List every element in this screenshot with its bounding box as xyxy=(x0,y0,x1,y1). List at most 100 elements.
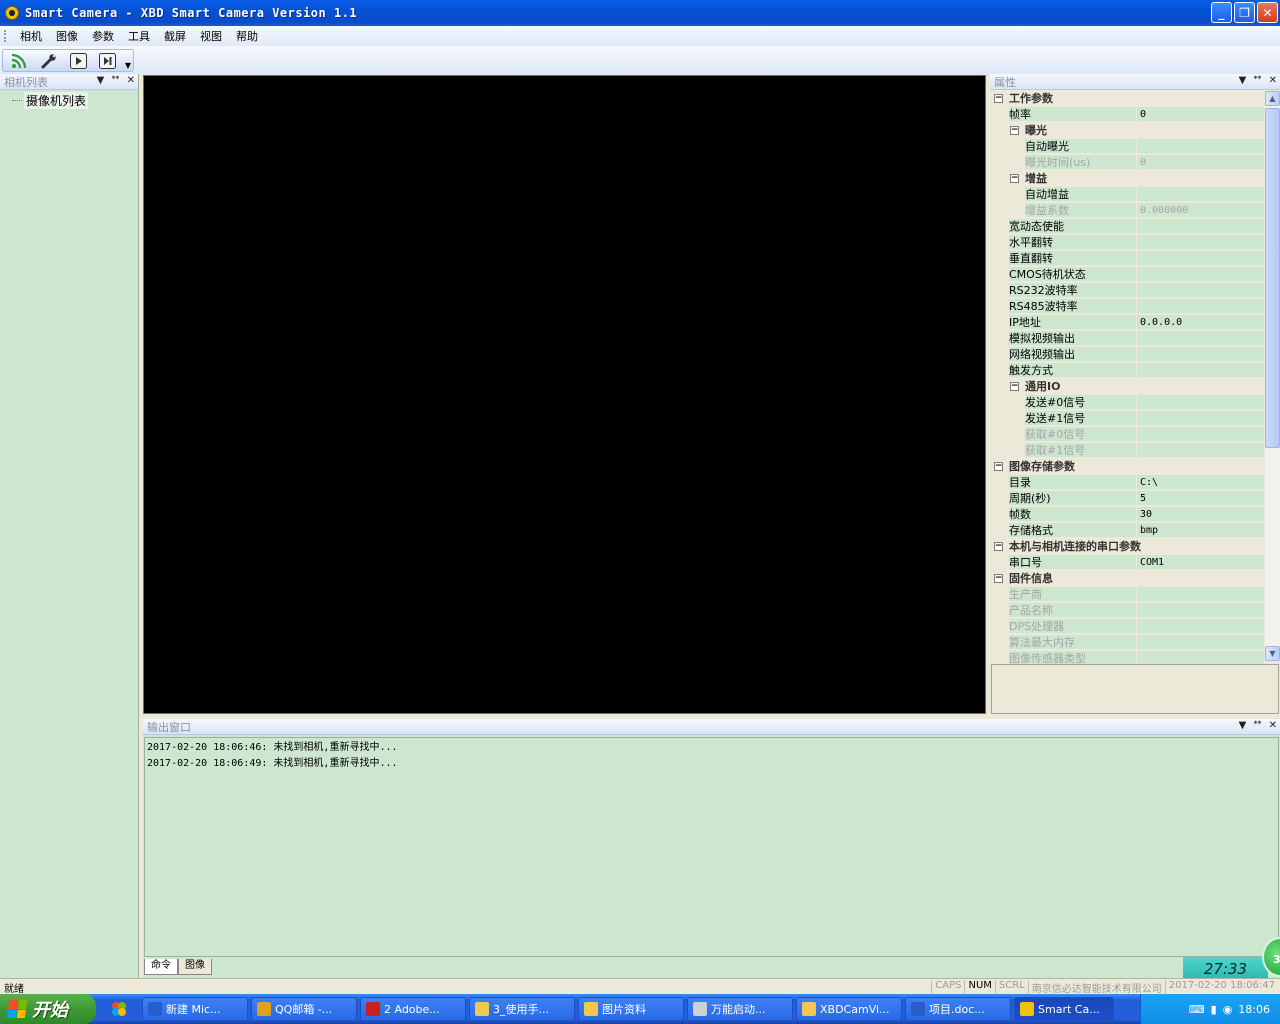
property-row[interactable]: 0.000000 增益系数 xyxy=(991,203,1264,219)
title-bar[interactable]: Smart Camera - XBD Smart Camera Version … xyxy=(0,0,1280,26)
property-category[interactable]: − 图像存储参数 xyxy=(991,459,1264,475)
property-value[interactable]: COM1 xyxy=(1136,555,1264,570)
property-category[interactable]: − 固件信息 xyxy=(991,571,1264,587)
property-row[interactable]: 模拟视频输出 xyxy=(991,331,1264,347)
play-button[interactable] xyxy=(67,51,89,71)
property-row[interactable]: 水平翻转 xyxy=(991,235,1264,251)
panel-close-icon[interactable]: ✕ xyxy=(1269,75,1277,86)
property-value[interactable]: bmp xyxy=(1136,523,1264,538)
tray-clock[interactable]: 18:06 xyxy=(1238,1003,1270,1016)
property-value[interactable] xyxy=(1136,139,1264,154)
connect-button[interactable] xyxy=(9,51,31,71)
property-row[interactable]: 获取#1信号 xyxy=(991,443,1264,459)
property-value[interactable] xyxy=(1136,635,1264,650)
property-value[interactable]: 0 xyxy=(1136,155,1264,170)
property-value[interactable]: C:\ xyxy=(1136,475,1264,490)
property-category[interactable]: − 增益 xyxy=(991,171,1264,187)
taskbar-item[interactable]: 新建 Mic... xyxy=(142,997,248,1021)
menu-params[interactable]: 参数 xyxy=(85,28,121,44)
app-camera-icon[interactable] xyxy=(5,6,19,20)
property-row[interactable]: 算法最大内存 xyxy=(991,635,1264,651)
settings-tool-button[interactable] xyxy=(38,51,60,71)
menu-view[interactable]: 视图 xyxy=(193,28,229,44)
property-row[interactable]: 5 周期(秒) xyxy=(991,491,1264,507)
property-row[interactable]: 触发方式 xyxy=(991,363,1264,379)
collapse-icon[interactable]: − xyxy=(994,462,1003,471)
property-row[interactable]: 自动曝光 xyxy=(991,139,1264,155)
image-viewer[interactable] xyxy=(143,75,986,714)
close-button[interactable]: ✕ xyxy=(1257,2,1278,23)
menu-tools[interactable]: 工具 xyxy=(121,28,157,44)
tree-item-camera-list[interactable]: 摄像机列表 xyxy=(12,92,138,109)
property-row[interactable]: bmp 存储格式 xyxy=(991,523,1264,539)
property-value[interactable] xyxy=(1136,267,1264,282)
property-value[interactable] xyxy=(1136,299,1264,314)
taskbar-item[interactable]: 图片资料 xyxy=(578,997,684,1021)
property-value[interactable] xyxy=(1136,347,1264,362)
minimize-button[interactable]: _ xyxy=(1211,2,1232,23)
property-category[interactable]: − 通用IO xyxy=(991,379,1264,395)
property-value[interactable]: 30 xyxy=(1136,507,1264,522)
collapse-icon[interactable]: − xyxy=(994,94,1003,103)
panel-pin-icon[interactable]: ᕯ xyxy=(111,75,119,86)
menu-image[interactable]: 图像 xyxy=(49,28,85,44)
property-value[interactable] xyxy=(1136,251,1264,266)
property-row[interactable]: 发送#0信号 xyxy=(991,395,1264,411)
start-button[interactable]: 开始 xyxy=(0,994,96,1024)
taskbar-item[interactable]: Smart Ca... xyxy=(1014,997,1114,1021)
taskbar-item[interactable]: 万能启动... xyxy=(687,997,793,1021)
property-value[interactable] xyxy=(1136,603,1264,618)
property-value[interactable] xyxy=(1136,219,1264,234)
panel-pin-icon[interactable]: ᕯ xyxy=(1253,75,1261,86)
panel-close-icon[interactable]: ✕ xyxy=(1269,720,1277,731)
taskbar-item[interactable]: 项目.doc... xyxy=(905,997,1011,1021)
menu-screenshot[interactable]: 截屏 xyxy=(157,28,193,44)
network-icon[interactable]: ◉ xyxy=(1223,1003,1233,1016)
taskbar-item[interactable]: 3_使用手... xyxy=(469,997,575,1021)
property-row[interactable]: 0 曝光时间(us) xyxy=(991,155,1264,171)
property-row[interactable]: 自动增益 xyxy=(991,187,1264,203)
panel-dropdown-icon[interactable]: ▼ xyxy=(97,75,105,86)
toolbar-overflow-icon[interactable]: ▼ xyxy=(125,61,131,70)
property-value[interactable] xyxy=(1136,619,1264,634)
property-value[interactable]: 0 xyxy=(1136,107,1264,122)
taskbar-item[interactable]: XBDCamVi... xyxy=(796,997,902,1021)
property-row[interactable]: RS232波特率 xyxy=(991,283,1264,299)
property-value[interactable] xyxy=(1136,395,1264,410)
property-row[interactable]: 发送#1信号 xyxy=(991,411,1264,427)
panel-close-icon[interactable]: ✕ xyxy=(127,75,135,86)
property-value[interactable] xyxy=(1136,235,1264,250)
property-row[interactable]: RS485波特率 xyxy=(991,299,1264,315)
taskbar-item[interactable]: QQ邮箱 -... xyxy=(251,997,357,1021)
property-scrollbar[interactable]: ▲ ▼ xyxy=(1265,91,1280,661)
quicklaunch-app-icon[interactable] xyxy=(110,1000,128,1018)
property-row[interactable]: 网络视频输出 xyxy=(991,347,1264,363)
property-category[interactable]: − 曝光 xyxy=(991,123,1264,139)
menubar-grip[interactable] xyxy=(4,30,7,42)
property-category[interactable]: − 工作参数 xyxy=(991,91,1264,107)
property-value[interactable] xyxy=(1136,331,1264,346)
taskbar-item[interactable]: 2 Adobe... xyxy=(360,997,466,1021)
collapse-icon[interactable]: − xyxy=(1010,174,1019,183)
property-row[interactable]: 0 帧率 xyxy=(991,107,1264,123)
property-value[interactable] xyxy=(1136,427,1264,442)
output-log[interactable]: 2017-02-20 18:06:46: 未找到相机,重新寻找中... 2017… xyxy=(144,737,1279,957)
property-row[interactable]: 产品名称 xyxy=(991,603,1264,619)
keyboard-icon[interactable]: ⌨ xyxy=(1189,1003,1205,1016)
property-row[interactable]: DPS处理器 xyxy=(991,619,1264,635)
property-value[interactable] xyxy=(1136,283,1264,298)
property-row[interactable]: 宽动态使能 xyxy=(991,219,1264,235)
property-row[interactable]: 生产商 xyxy=(991,587,1264,603)
property-row[interactable]: CMOS待机状态 xyxy=(991,267,1264,283)
property-value[interactable] xyxy=(1136,587,1264,602)
menu-camera[interactable]: 相机 xyxy=(13,28,49,44)
step-button[interactable] xyxy=(96,51,118,71)
property-value[interactable] xyxy=(1136,187,1264,202)
collapse-icon[interactable]: − xyxy=(994,574,1003,583)
scroll-up-icon[interactable]: ▲ xyxy=(1265,91,1280,106)
maximize-button[interactable]: ❐ xyxy=(1234,2,1255,23)
property-value[interactable]: 5 xyxy=(1136,491,1264,506)
property-row[interactable]: 30 帧数 xyxy=(991,507,1264,523)
property-value[interactable]: 0.0.0.0 xyxy=(1136,315,1264,330)
property-value[interactable] xyxy=(1136,411,1264,426)
